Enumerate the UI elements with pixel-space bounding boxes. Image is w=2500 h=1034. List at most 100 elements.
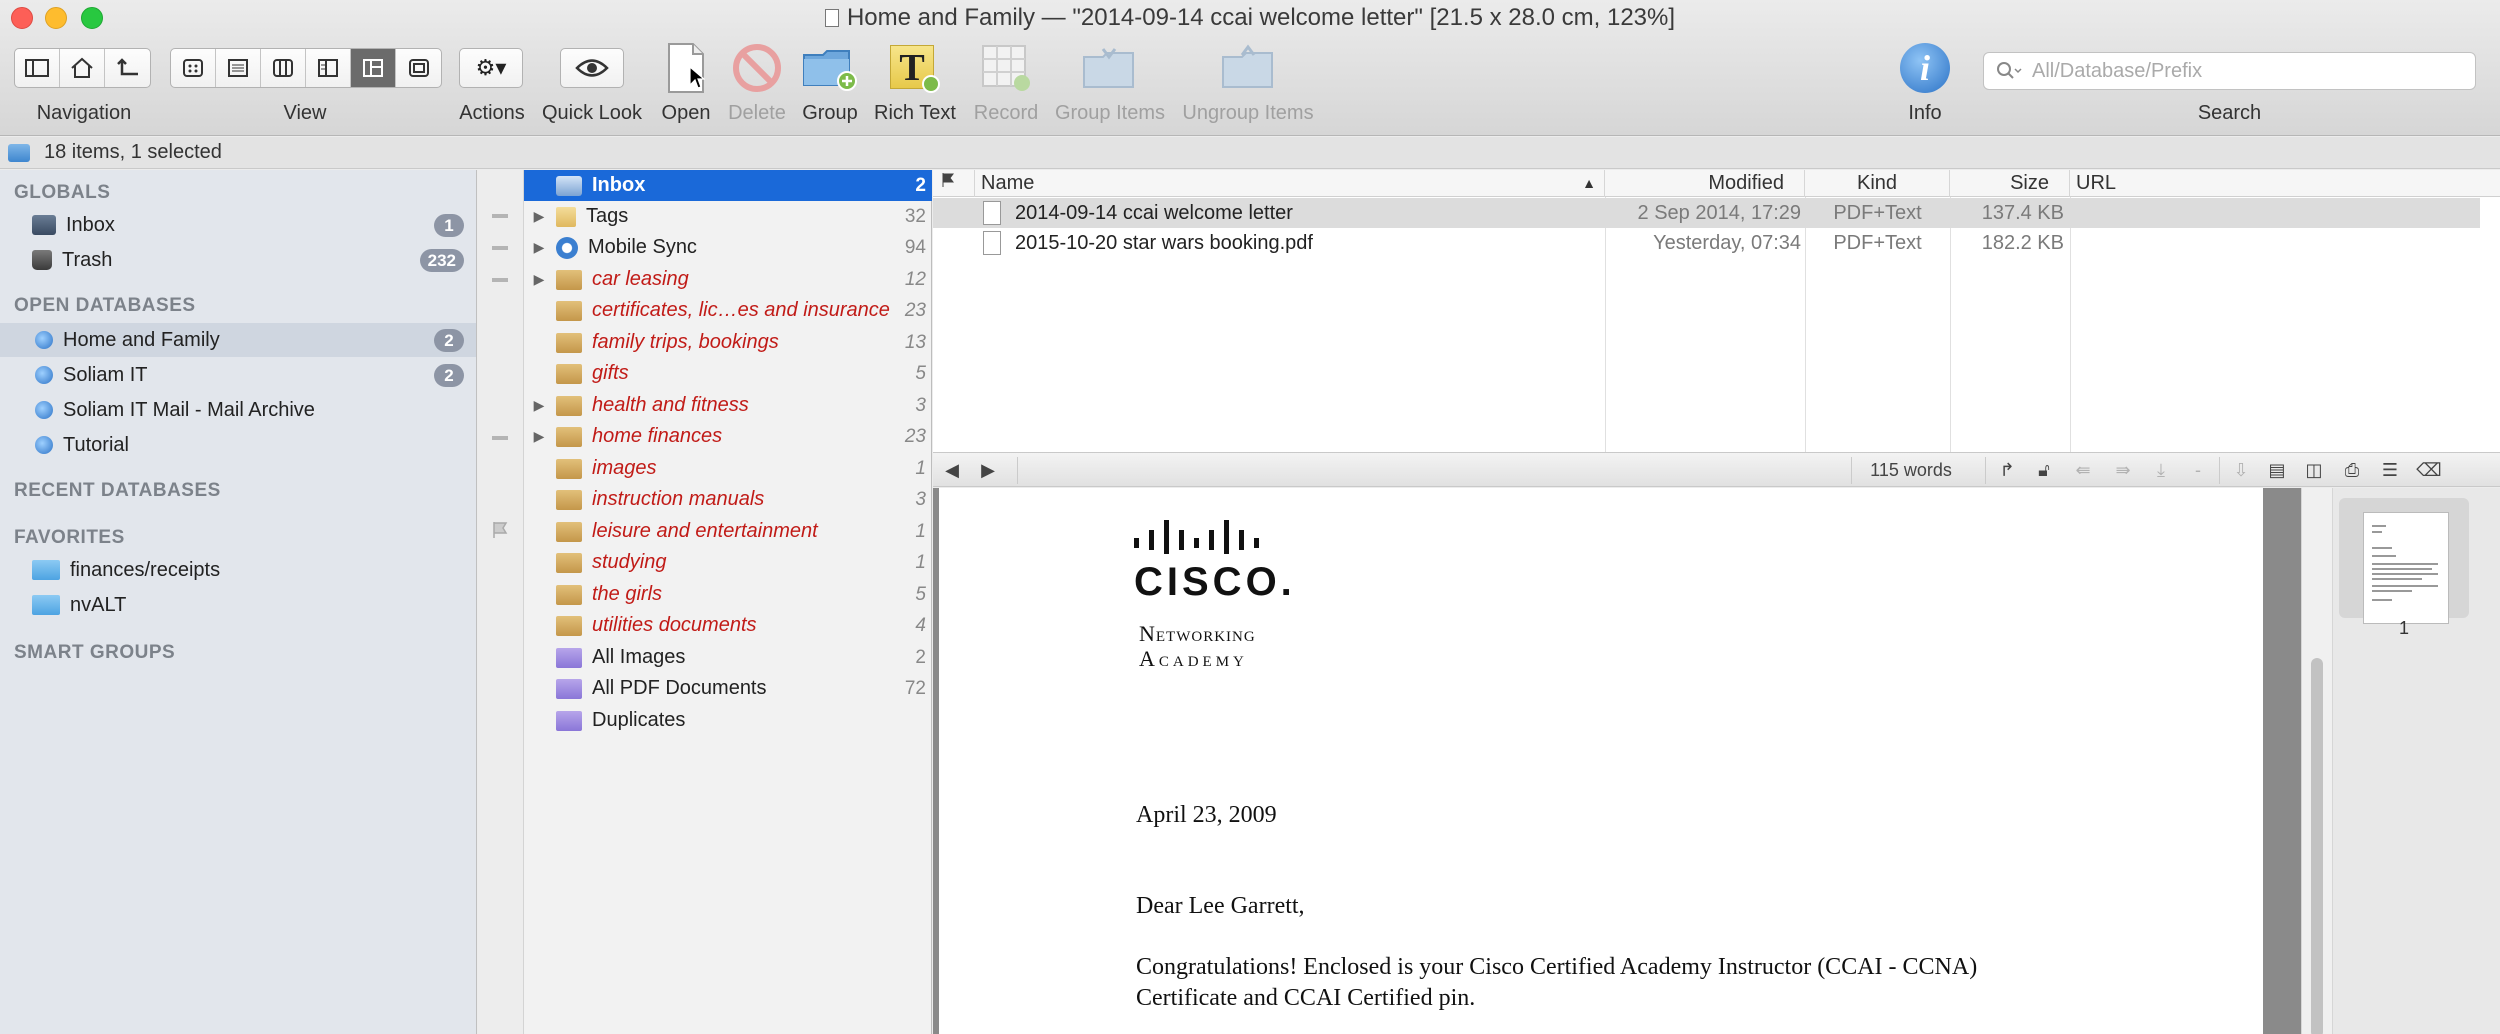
- group-row-images[interactable]: images 1: [524, 453, 932, 484]
- record-button[interactable]: [976, 40, 1036, 96]
- info-button[interactable]: i: [1895, 40, 1955, 96]
- unlock-icon[interactable]: 🔓︎: [2028, 453, 2060, 488]
- group-row-family-trips[interactable]: family trips, bookings 13: [524, 327, 932, 358]
- document-view-icon[interactable]: ▤: [2261, 453, 2293, 488]
- name-column-header[interactable]: Name ▲: [975, 170, 1605, 197]
- modified-column-header[interactable]: Modified: [1605, 170, 1805, 197]
- sidebar-item-tutorial[interactable]: Tutorial: [0, 428, 476, 462]
- group-name: Duplicates: [592, 709, 686, 731]
- sidebar-item-inbox[interactable]: Inbox 1: [0, 208, 476, 242]
- split-view-icon[interactable]: ◫: [2298, 453, 2330, 488]
- group-row-home-finances[interactable]: ▶ home finances 23: [524, 421, 932, 452]
- group-row-car-leasing[interactable]: ▶ car leasing 12: [524, 264, 932, 295]
- previous-link-icon[interactable]: ⇚: [2065, 453, 2101, 488]
- group-count: 72: [904, 677, 926, 699]
- disclosure-triangle-icon[interactable]: ▶: [528, 271, 550, 288]
- sidebar-item-label: Soliam IT Mail - Mail Archive: [63, 398, 315, 421]
- import-icon[interactable]: ⇩: [2225, 453, 2257, 488]
- group-count: 5: [915, 583, 926, 605]
- collapse-marker[interactable]: [492, 278, 508, 282]
- group-row-studying[interactable]: studying 1: [524, 547, 932, 578]
- view-icons-icon[interactable]: [171, 49, 216, 87]
- view-preview-icon[interactable]: [396, 49, 441, 87]
- group-row-tags[interactable]: ▶ Tags 32: [524, 201, 932, 232]
- group-count: 32: [904, 205, 926, 227]
- group-row-gifts[interactable]: gifts 5: [524, 358, 932, 389]
- group-row-the-girls[interactable]: the girls 5: [524, 579, 932, 610]
- next-link-icon[interactable]: ⇛: [2105, 453, 2141, 488]
- group-button[interactable]: [800, 40, 860, 96]
- page-thumbnail[interactable]: [2339, 498, 2469, 624]
- column-label: Name: [981, 172, 1035, 194]
- open-button[interactable]: [656, 40, 716, 96]
- view-vertical-split-icon[interactable]: [351, 49, 396, 87]
- group-row-utilities[interactable]: utilities documents 4: [524, 610, 932, 641]
- tags-icon: [556, 206, 576, 227]
- group-row-duplicates[interactable]: Duplicates: [524, 705, 932, 736]
- collapse-marker[interactable]: [492, 436, 508, 440]
- sort-ascending-icon: ▲: [1582, 175, 1596, 191]
- group-name: health and fitness: [592, 394, 749, 416]
- print-icon[interactable]: ⎙: [2335, 453, 2369, 488]
- search-field[interactable]: [1983, 52, 2476, 90]
- sidebar-item-home-and-family[interactable]: Home and Family 2: [0, 323, 476, 357]
- table-row[interactable]: 2015-10-20 star wars booking.pdf Yesterd…: [933, 228, 2480, 258]
- group-row-certificates[interactable]: certificates, lic…es and insurance 23: [524, 295, 932, 326]
- pdf-viewer[interactable]: CISCO. Networking Academy April 23, 2009…: [933, 488, 2301, 1034]
- collapse-marker[interactable]: [492, 214, 508, 218]
- download-icon[interactable]: ⤓: [2145, 453, 2177, 488]
- sidebar-item-nvalt[interactable]: nvALT: [0, 588, 476, 622]
- rich-text-button[interactable]: T: [884, 40, 944, 96]
- actions-button[interactable]: ⚙▾: [459, 48, 523, 88]
- kind-column-header[interactable]: Kind: [1805, 170, 1950, 197]
- thumbnail-preview: [2363, 512, 2449, 624]
- search-input[interactable]: [2032, 59, 2452, 83]
- group-row-mobile-sync[interactable]: ▶ Mobile Sync 94: [524, 232, 932, 263]
- tag-icon[interactable]: ⌫: [2411, 453, 2447, 488]
- back-icon[interactable]: ◀: [937, 453, 967, 488]
- disclosure-triangle-icon[interactable]: ▶: [528, 428, 550, 445]
- size-column-header[interactable]: Size: [1950, 170, 2070, 197]
- group-name: the girls: [592, 583, 663, 605]
- group-row-health-and-fitness[interactable]: ▶ health and fitness 3: [524, 390, 932, 421]
- globals-heading: GLOBALS: [14, 182, 111, 203]
- view-list-icon[interactable]: [216, 49, 261, 87]
- disclosure-triangle-icon[interactable]: ▶: [528, 208, 550, 225]
- collapse-marker[interactable]: [492, 246, 508, 250]
- letter-date: April 23, 2009: [1136, 802, 1277, 828]
- sidebar-item-soliam-mail[interactable]: Soliam IT Mail - Mail Archive: [0, 393, 476, 427]
- group-row-inbox[interactable]: Inbox 2: [524, 170, 932, 201]
- sidebar-item-finances-receipts[interactable]: finances/receipts: [0, 553, 476, 587]
- zoom-out-button[interactable]: -: [2183, 453, 2213, 488]
- view-split-icon[interactable]: [306, 49, 351, 87]
- sidebar-toggle-icon[interactable]: [15, 49, 60, 87]
- disclosure-triangle-icon[interactable]: ▶: [528, 239, 550, 256]
- home-icon[interactable]: [60, 49, 105, 87]
- scrollbar-thumb[interactable]: [2311, 658, 2323, 1034]
- delete-button[interactable]: [727, 40, 787, 96]
- window-title: Home and Family — "2014-09-14 ccai welco…: [0, 4, 2500, 32]
- group-items-button[interactable]: [1080, 40, 1140, 96]
- cell-size: 137.4 KB: [1981, 202, 2064, 224]
- flag-icon[interactable]: [490, 520, 510, 540]
- sidebar-item-soliam-it[interactable]: Soliam IT 2: [0, 358, 476, 392]
- group-row-leisure[interactable]: leisure and entertainment 1: [524, 516, 932, 547]
- group-row-all-images[interactable]: All Images 2: [524, 642, 932, 673]
- group-row-all-pdf[interactable]: All PDF Documents 72: [524, 673, 932, 704]
- parent-group-icon[interactable]: [105, 49, 150, 87]
- group-row-instruction-manuals[interactable]: instruction manuals 3: [524, 484, 932, 515]
- viewer-scrollbar[interactable]: [2301, 488, 2333, 1034]
- folder-icon: [32, 595, 60, 615]
- ungroup-items-button[interactable]: [1219, 40, 1279, 96]
- cell-size: 182.2 KB: [1981, 232, 2064, 254]
- table-row[interactable]: 2014-09-14 ccai welcome letter 2 Sep 201…: [933, 198, 2480, 228]
- view-columns-icon[interactable]: [261, 49, 306, 87]
- forward-icon[interactable]: ▶: [973, 453, 1003, 488]
- quick-look-button[interactable]: [560, 48, 624, 88]
- notes-icon[interactable]: ☰: [2373, 453, 2407, 488]
- url-column-header[interactable]: URL: [2070, 170, 2500, 197]
- sidebar-item-trash[interactable]: Trash 232: [0, 243, 476, 277]
- disclosure-triangle-icon[interactable]: ▶: [528, 397, 550, 414]
- share-icon[interactable]: ↱: [1991, 453, 2023, 488]
- flag-column-header[interactable]: [933, 170, 975, 197]
